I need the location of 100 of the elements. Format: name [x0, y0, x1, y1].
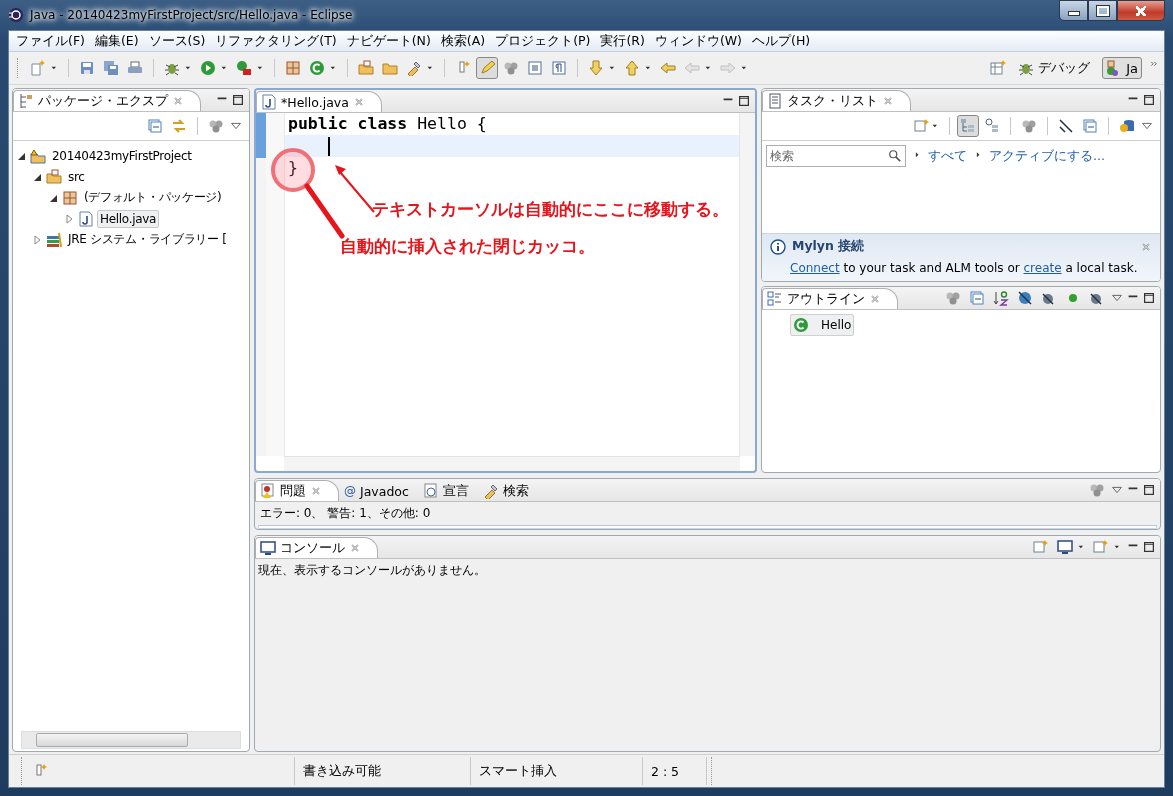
balls-icon[interactable] — [1021, 118, 1037, 134]
maximize-icon[interactable] — [1142, 483, 1156, 497]
scheduled-icon[interactable] — [984, 118, 1000, 134]
task-list-icon — [767, 93, 783, 109]
maximize-icon[interactable] — [737, 94, 751, 108]
explorer-icon — [18, 93, 34, 109]
run-external-icon[interactable] — [236, 60, 252, 76]
link[interactable]: create — [1023, 261, 1062, 275]
problems-icon — [260, 483, 276, 499]
view-tab[interactable]: アウトライン — [762, 288, 898, 309]
filter-link[interactable]: すべて — [928, 147, 967, 165]
maximize-icon[interactable] — [1142, 540, 1156, 554]
balls-icon[interactable] — [945, 290, 961, 306]
menu-item[interactable]: ウィンドウ(W) — [649, 32, 747, 50]
new-class-icon[interactable] — [309, 60, 325, 76]
pencil-icon[interactable] — [479, 60, 495, 76]
menu-item[interactable]: 実行(R) — [595, 32, 650, 50]
print-icon[interactable] — [127, 60, 143, 76]
close-button[interactable] — [1117, 0, 1165, 21]
close-tab-icon[interactable] — [310, 485, 322, 497]
close-tab-icon[interactable] — [869, 293, 881, 305]
view-tab[interactable]: タスク・リスト — [762, 90, 911, 111]
last-edit-icon[interactable] — [660, 60, 676, 76]
code-line: } — [287, 157, 299, 179]
at-icon: @ — [344, 484, 356, 498]
collapse-all-icon[interactable] — [147, 118, 163, 134]
collapsed-triangle-icon[interactable] — [65, 213, 75, 224]
view-tab[interactable]: @ Javadoc — [339, 480, 418, 501]
run-icon[interactable] — [200, 60, 216, 76]
close-tab-icon[interactable] — [352, 96, 365, 108]
minimize-button[interactable] — [1059, 0, 1088, 21]
menu-item[interactable]: ソース(S) — [143, 32, 211, 50]
vertical-scrollbar[interactable] — [739, 113, 755, 456]
perspective-button[interactable]: Ja — [1102, 57, 1142, 79]
filter-link[interactable]: アクティブにする... — [989, 147, 1105, 165]
sort-icon[interactable] — [993, 290, 1009, 306]
project-icon — [30, 147, 46, 164]
view-tab[interactable]: コンソール — [255, 537, 378, 558]
file-icon — [78, 210, 94, 227]
maximize-icon[interactable] — [1142, 93, 1156, 107]
search-field[interactable]: 検索 — [766, 145, 906, 167]
maximize-icon[interactable] — [1142, 291, 1156, 305]
tree-item[interactable]: 20140423myFirstProject — [49, 146, 195, 165]
hide-fields-icon[interactable] — [1017, 290, 1033, 306]
maximize-button[interactable] — [1088, 0, 1117, 21]
link[interactable]: Connect — [790, 261, 840, 275]
window-title: Java - 20140423myFirstProject/src/Hello.java - Eclipse — [30, 8, 353, 22]
collapsed-triangle-icon[interactable] — [33, 234, 43, 245]
display-console-icon[interactable] — [1057, 539, 1073, 555]
menu-item[interactable]: ナビゲート(N) — [341, 32, 436, 50]
menu-item[interactable]: リファクタリング(T) — [210, 32, 342, 50]
close-tab-icon[interactable] — [349, 542, 361, 554]
tree-item[interactable]: (デフォルト・パッケージ) — [81, 187, 225, 208]
menu-item[interactable]: ヘルプ(H) — [747, 32, 816, 50]
outline-item[interactable]: Hello — [790, 314, 855, 336]
menu-item[interactable]: 検索(A) — [435, 32, 491, 50]
frame-icon[interactable] — [527, 60, 543, 76]
tree-item[interactable]: src — [65, 167, 88, 186]
tree-item[interactable]: Hello.java — [97, 209, 160, 228]
folder-icon[interactable] — [382, 60, 398, 76]
flashlight-icon[interactable] — [406, 60, 422, 76]
sync-icon[interactable] — [1119, 118, 1135, 134]
outline-icon — [767, 291, 783, 307]
close-tab-icon[interactable] — [882, 95, 894, 107]
menu-item[interactable]: ファイル(F) — [11, 32, 90, 50]
open-perspective-icon[interactable] — [990, 60, 1007, 76]
horizontal-scrollbar[interactable] — [21, 731, 241, 749]
horizontal-scrollbar[interactable] — [284, 456, 740, 471]
open-project-icon[interactable] — [358, 60, 374, 76]
collapse-all-icon[interactable] — [1082, 118, 1098, 134]
notice-title: Mylyn 接続 — [792, 238, 865, 255]
package-icon[interactable] — [285, 60, 301, 76]
save-all-icon[interactable] — [103, 60, 119, 76]
next-annotation-icon[interactable] — [588, 60, 604, 76]
new-icon[interactable] — [30, 60, 46, 76]
new-task-icon[interactable] — [914, 118, 930, 134]
open-console-icon[interactable] — [1093, 539, 1109, 555]
menu-item[interactable]: 編集(E) — [89, 32, 144, 50]
menu-item[interactable]: プロジェクト(P) — [490, 32, 596, 50]
balls-icon[interactable] — [503, 60, 519, 76]
view-tab[interactable]: パッケージ・エクスプ — [13, 90, 201, 111]
hide-completed-icon[interactable] — [1058, 118, 1074, 134]
status-text: スマート挿入 — [479, 762, 557, 780]
previous-annotation-icon[interactable] — [624, 60, 640, 76]
link-editor-icon[interactable] — [171, 118, 187, 134]
view-tab[interactable]: *Hello.java — [256, 91, 382, 112]
maximize-icon[interactable] — [231, 93, 245, 107]
balls-icon[interactable] — [208, 118, 224, 134]
view-tab[interactable]: 宣言 — [417, 480, 478, 501]
perspective-button[interactable]: デバッグ — [1014, 56, 1095, 80]
code-line: public class Hello { — [287, 113, 488, 135]
view-tab[interactable]: 検索 — [477, 480, 538, 501]
pilcrow-icon[interactable] — [551, 60, 567, 76]
close-tab-icon[interactable] — [172, 95, 184, 107]
collapse-all-icon[interactable] — [969, 290, 985, 306]
view-tab[interactable]: 問題 — [255, 480, 339, 501]
tree-item[interactable]: JRE システム・ライブラリー [ — [65, 229, 230, 250]
save-icon[interactable] — [79, 60, 95, 76]
declaration-icon — [422, 483, 439, 499]
balls-icon[interactable] — [1089, 482, 1105, 498]
